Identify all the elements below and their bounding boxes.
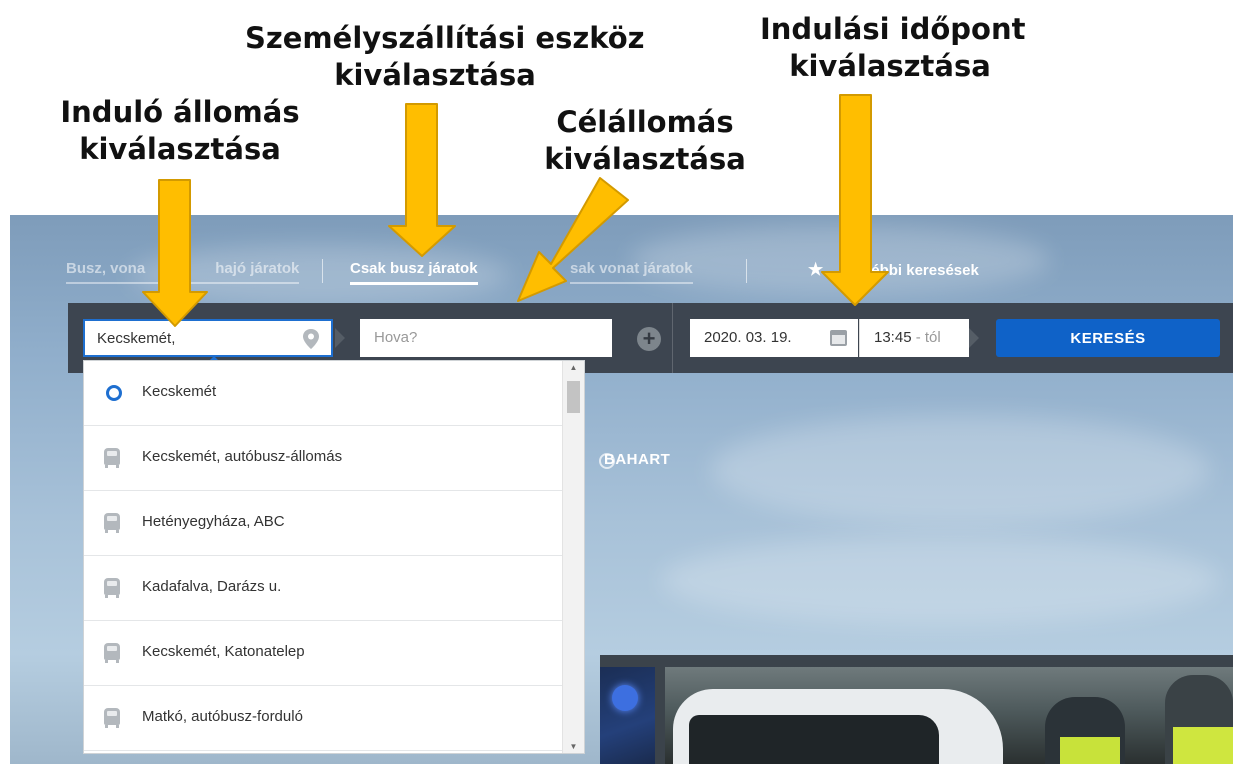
tab-train-only[interactable]: sak vonat járatok [570,260,693,284]
bus-icon [104,708,120,728]
virus-graphic [612,685,638,711]
search-button[interactable]: KERESÉS [996,319,1220,357]
website-screenshot: Busz, vona hajó járatok Csak busz járatok… [10,215,1233,764]
suggestion-label: Matkó, autóbusz-forduló [142,708,303,725]
suggestion-label: Kecskemét, Katonatelep [142,643,305,660]
caption-mode-line2: kiválasztása [334,58,536,92]
dropdown-scrollbar[interactable]: ▲ ▼ [562,361,584,753]
tab-bus-train-ship[interactable]: Busz, vona hajó járatok [66,260,300,284]
bus-icon [104,578,120,598]
scroll-up-icon[interactable]: ▲ [563,363,584,372]
origin-input-value: Kecskemét, [97,330,176,347]
caption-origin-line2: kiválasztása [79,132,281,166]
suggestion-item[interactable]: Matkó, autóbusz-forduló [84,686,562,751]
cloud [710,415,1210,525]
caption-origin-line1: Induló állomás [60,95,300,129]
star-icon: ★ [808,260,824,279]
tab-bus-train-ship-label: Busz, vona [66,260,146,277]
car-window-graphic [689,715,939,764]
caption-departure-time: Indulási időpont kiválasztása [760,11,1026,85]
bus-icon [104,643,120,663]
caption-mode-line1: Személyszállítási eszköz [245,21,645,55]
tab-train-only-label: sak vonat járatok [570,260,693,277]
date-value: 2020. 03. 19. [704,329,792,346]
bus-icon [104,513,120,533]
news-image-virus[interactable] [600,667,655,764]
caption-transport-mode: Személyszállítási eszköz kiválasztása [245,20,645,94]
caption-destination: Célállomás kiválasztása [540,104,750,178]
news-image-police[interactable] [665,667,1233,764]
tab-separator [322,259,323,283]
destination-placeholder: Hova? [374,329,418,346]
suggestion-item[interactable]: Hetényegyháza, ABC [84,491,562,556]
destination-input[interactable]: Hova? [360,319,612,357]
calendar-icon[interactable] [830,330,847,346]
caption-time-line1: Indulási időpont [760,12,1026,46]
bus-icon [104,448,120,468]
suggestion-item[interactable]: Kecskemét, autóbusz-állomás [84,426,562,491]
scroll-down-icon[interactable]: ▼ [563,742,584,751]
suggestion-item[interactable]: Kadafalva, Darázs u. [84,556,562,621]
tab-bus-only[interactable]: Csak busz járatok [350,260,478,285]
vest-graphic [1173,727,1233,764]
caption-dest-line1: Célállomás [556,105,734,139]
suggestion-label: Kecskemét, autóbusz-állomás [142,448,343,465]
partner-label: BAHART [604,451,671,468]
chevron-right-icon [335,328,345,348]
caption-origin: Induló állomás kiválasztása [60,94,300,168]
tab-bus-train-ship-suffix: hajó járatok [215,260,300,277]
time-suffix: - tól [911,329,941,346]
suggestion-label: Kadafalva, Darázs u. [142,578,282,595]
panel-divider [672,303,673,373]
origin-input[interactable]: Kecskemét, [83,319,333,357]
chevron-right-icon [969,328,979,348]
news-strip [600,655,1233,764]
tab-more-searches[interactable]: ★ ébbi keresések [808,260,979,285]
tab-separator [746,259,747,283]
caption-time-line2: kiválasztása [789,49,991,83]
plus-circle-icon[interactable]: + [637,327,661,351]
caption-dest-line2: kiválasztása [544,142,746,176]
scroll-thumb[interactable] [567,381,580,413]
tab-more-searches-label: ébbi keresések [871,262,979,279]
location-ring-icon [106,385,122,401]
vest-graphic [1060,737,1120,764]
time-input[interactable]: 13:45 - tól [859,319,969,357]
location-pin-icon[interactable] [301,328,321,350]
tab-bus-only-label: Csak busz járatok [350,260,478,277]
cloud [660,535,1220,625]
time-value: 13:45 [874,329,912,346]
suggestion-label: Kecskemét [142,383,217,400]
suggestion-item[interactable]: Kecskemét, Katonatelep [84,621,562,686]
suggestion-item[interactable]: Kecskemét [84,361,562,426]
suggestion-label: Hetényegyháza, ABC [142,513,285,530]
origin-suggestions-dropdown: Kecskemét Kecskemét, autóbusz-állomás He… [83,360,585,754]
